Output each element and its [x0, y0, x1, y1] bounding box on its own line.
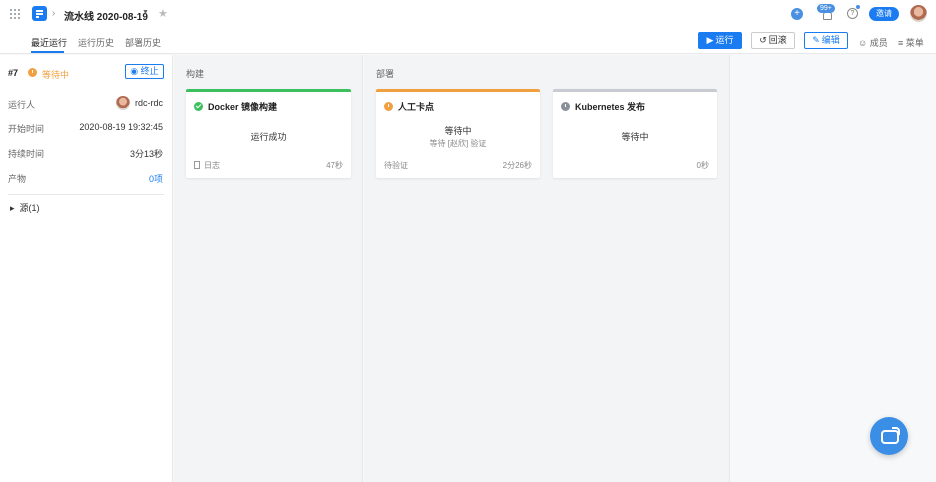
- chat-icon[interactable]: [870, 417, 908, 455]
- status-bar: [553, 89, 717, 92]
- tab-run-history[interactable]: 运行历史: [78, 36, 114, 49]
- stage-title: 部署: [376, 69, 395, 79]
- runner-avatar: [116, 96, 130, 110]
- status-bar: [186, 89, 351, 92]
- job-duration: 47秒: [326, 161, 343, 170]
- help-new-dot: [856, 5, 860, 9]
- runner-label: 运行人: [8, 100, 36, 110]
- run-button[interactable]: ▶ 运行: [698, 32, 742, 49]
- divider: [8, 194, 164, 195]
- star-icon[interactable]: ★: [158, 7, 168, 20]
- menu-icon: ≡: [898, 38, 904, 48]
- job-status-text: 等待中: [444, 126, 472, 136]
- artifact-label: 产物: [8, 174, 27, 184]
- invite-button[interactable]: 邀请: [869, 7, 899, 21]
- waiting-icon: [384, 102, 393, 111]
- pending-icon: [561, 102, 570, 111]
- doc-icon: [194, 161, 200, 169]
- stop-icon: ◉: [130, 66, 139, 76]
- apps-grid-icon[interactable]: [10, 9, 20, 19]
- menu-button[interactable]: ≡ 菜单: [898, 36, 924, 49]
- help-icon[interactable]: ?: [847, 8, 858, 19]
- duration-value: 3分13秒: [129, 149, 163, 159]
- job-title: 人工卡点: [384, 100, 434, 113]
- job-card-manual-gate[interactable]: 人工卡点 等待中 等待 [赵欣] 验证 待验证 2分26秒: [376, 89, 540, 178]
- run-status: 等待中: [42, 70, 70, 80]
- job-card-kubernetes-deploy[interactable]: Kubernetes 发布 等待中 0秒: [553, 89, 717, 178]
- stop-button[interactable]: ◉ 终止: [125, 64, 164, 79]
- job-card-docker-build[interactable]: Docker 镜像构建 运行成功 日志 47秒: [186, 89, 351, 178]
- job-status-detail: 等待 [赵欣] 验证: [429, 139, 487, 148]
- rollback-button[interactable]: ↺ 回滚: [751, 32, 795, 49]
- caret-down-icon[interactable]: ▼: [142, 9, 149, 16]
- pending-verify-text: 待验证: [384, 161, 408, 170]
- notification-badge: 99+: [817, 4, 835, 13]
- rollback-icon: ↺: [759, 35, 767, 45]
- artifact-link[interactable]: 0项: [149, 172, 163, 185]
- pipeline-logo-icon[interactable]: [32, 6, 47, 21]
- success-icon: [194, 102, 203, 111]
- sub-bar: 最近运行 运行历史 部署历史 ▶ 运行 ↺ 回滚 ✎ 编辑 ☺ 成员 ≡ 菜单: [0, 28, 936, 54]
- caret-right-icon: ▸: [10, 203, 15, 213]
- start-time-label: 开始时间: [8, 124, 45, 134]
- source-toggle[interactable]: ▸ 源(1): [10, 201, 40, 214]
- duration-label: 持续时间: [8, 149, 45, 159]
- pencil-icon: ✎: [812, 35, 820, 45]
- start-time-value: 2020-08-19 19:32:45: [79, 122, 163, 132]
- active-tab-indicator: [31, 51, 64, 53]
- status-bar: [376, 89, 540, 92]
- stage-title: 构建: [186, 69, 205, 79]
- edit-button[interactable]: ✎ 编辑: [804, 32, 848, 49]
- job-status-text: 等待中: [621, 132, 649, 142]
- tab-deploy-history[interactable]: 部署历史: [125, 36, 161, 49]
- run-number: #7: [8, 68, 19, 78]
- job-duration: 2分26秒: [502, 161, 532, 170]
- job-duration: 0秒: [696, 161, 709, 170]
- log-link[interactable]: 日志: [194, 160, 220, 171]
- page-title[interactable]: 流水线 2020-08-19: [64, 8, 148, 23]
- user-avatar[interactable]: [910, 5, 927, 22]
- runner-value: rdc-rdc: [134, 98, 163, 108]
- chevron-right-icon: ›: [52, 8, 56, 19]
- job-title: Kubernetes 发布: [561, 100, 645, 113]
- top-bar: › 流水线 2020-08-19 ▼ ★ + 99+ ? 邀请: [0, 0, 936, 28]
- job-title: Docker 镜像构建: [194, 100, 277, 113]
- job-status-text: 运行成功: [250, 132, 287, 142]
- members-button[interactable]: ☺ 成员: [858, 36, 888, 49]
- run-info-panel: #7 等待中 ◉ 终止 运行人 rdc-rdc 开始时间 2020-08-19 …: [0, 55, 173, 482]
- plus-icon[interactable]: +: [791, 8, 803, 20]
- waiting-status-icon: [28, 68, 37, 77]
- tab-recent-runs[interactable]: 最近运行: [31, 36, 67, 49]
- play-icon: ▶: [706, 35, 714, 45]
- user-icon: ☺: [858, 38, 868, 48]
